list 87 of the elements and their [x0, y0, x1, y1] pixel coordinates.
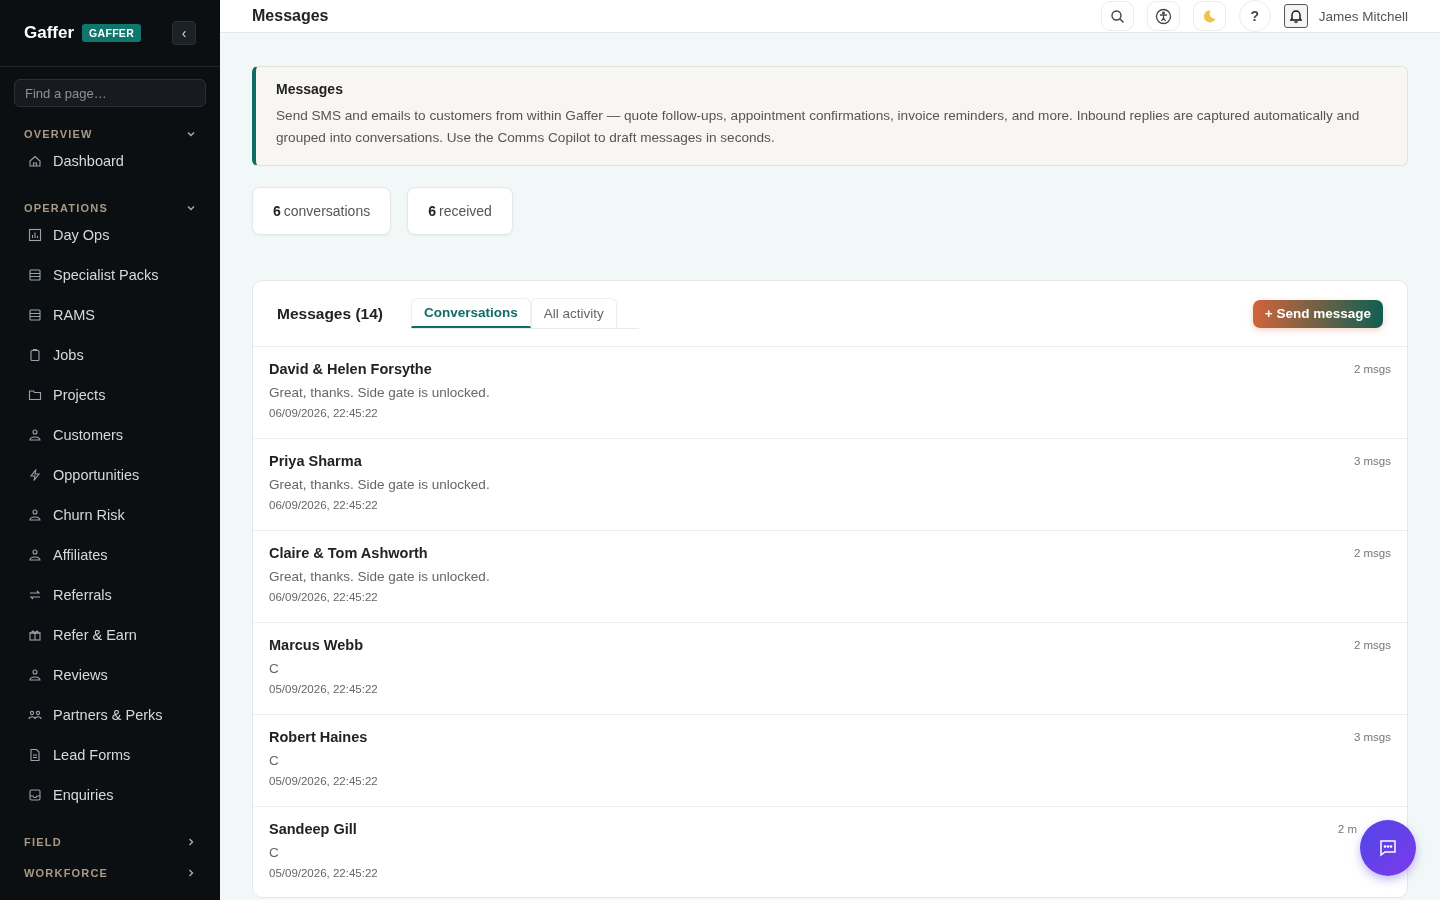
section-header[interactable]: OVERVIEW [0, 125, 220, 143]
nav-item[interactable]: Referrals [0, 575, 220, 615]
section-header[interactable]: OPERATIONS [0, 199, 220, 217]
chevron-icon [186, 837, 196, 847]
chevron-icon [186, 868, 196, 878]
chat-icon [1378, 838, 1398, 858]
search-button[interactable] [1100, 1, 1134, 31]
search-icon [1109, 8, 1125, 24]
notifications-button[interactable] [1283, 4, 1308, 28]
tab[interactable]: Conversations [411, 298, 531, 328]
lightning-icon [28, 468, 42, 482]
contact-name: Priya Sharma [269, 453, 363, 471]
home-icon [28, 154, 42, 168]
message-count: 2 msgs [1353, 363, 1391, 377]
nav-item[interactable]: Enquiries [0, 775, 220, 815]
nav-item[interactable]: Day Ops [0, 215, 220, 255]
contact-name: Robert Haines [269, 729, 369, 747]
banner-text: Send SMS and emails to customers from within Gaffer — quote follow-ups, appointment confirmations, invoice reminders, and more. Inbound replies are captured automatically and grouped into conversations. Use the Comms Copilot to draft messages in seconds. [276, 107, 1361, 147]
clipboard-icon [28, 348, 42, 362]
gift-icon [28, 628, 42, 642]
message-preview: C [269, 661, 280, 678]
person-icon [28, 548, 42, 562]
contact-name: David & Helen Forsythe [269, 361, 433, 379]
message-count: 2 m [1337, 823, 1357, 837]
folder-icon [28, 388, 42, 402]
message-preview: C [269, 753, 280, 770]
card-title: Messages (14) [277, 304, 384, 323]
brand-name: Gaffer [24, 23, 75, 43]
message-preview: C [269, 845, 280, 862]
list-icon [28, 268, 42, 282]
section-header[interactable]: FIELD [0, 833, 220, 851]
chart-icon [28, 228, 42, 242]
message-count: 2 msgs [1353, 547, 1391, 561]
collapse-button[interactable]: ‹ [172, 21, 196, 45]
page-title: Messages [252, 7, 329, 25]
section-header[interactable]: WORKFORCE [0, 864, 220, 882]
message-preview: Great, thanks. Side gate is unlocked. [269, 477, 490, 494]
contact-name: Sandeep Gill [269, 821, 358, 839]
inbox-icon [28, 788, 42, 802]
contact-name: Marcus Webb [269, 637, 364, 655]
chevron-icon [186, 129, 196, 139]
nav-item[interactable]: Lead Forms [0, 735, 220, 775]
accessibility-icon [1154, 7, 1172, 25]
message-count: 3 msgs [1353, 731, 1391, 745]
banner-title: Messages [276, 81, 344, 97]
nav-item[interactable]: Reviews [0, 655, 220, 695]
nav-item[interactable]: Churn Risk [0, 495, 220, 535]
moon-icon [1201, 8, 1217, 24]
nav-item[interactable]: Projects [0, 375, 220, 415]
person-icon [28, 508, 42, 522]
timestamp: 05/09/2026, 22:45:22 [269, 867, 378, 879]
nav-item[interactable]: RAMS [0, 295, 220, 335]
nav-item[interactable]: Opportunities [0, 455, 220, 495]
message-preview: Great, thanks. Side gate is unlocked. [269, 569, 490, 586]
timestamp: 05/09/2026, 22:45:22 [269, 775, 378, 787]
nav-item[interactable]: Specialist Packs [0, 255, 220, 295]
nav-item[interactable]: Affiliates [0, 535, 220, 575]
nav-item[interactable]: Jobs [0, 335, 220, 375]
brand-badge: GAFFER [82, 24, 142, 42]
send-message-button[interactable]: + Send message [1252, 299, 1383, 328]
message-count: 2 msgs [1353, 639, 1391, 653]
nav-item[interactable]: Customers [0, 415, 220, 455]
people-icon [28, 708, 42, 722]
timestamp: 06/09/2026, 22:45:22 [269, 407, 379, 419]
message-count: 3 msgs [1353, 455, 1391, 469]
contact-name: Claire & Tom Ashworth [269, 545, 429, 563]
help-button[interactable]: ? [1238, 0, 1271, 32]
arrows-icon [28, 588, 42, 602]
nav-item[interactable]: Refer & Earn [0, 615, 220, 655]
stat-card: 6 received [407, 187, 513, 235]
accessibility-button[interactable] [1146, 1, 1180, 31]
message-preview: Great, thanks. Side gate is unlocked. [269, 385, 490, 402]
document-icon [28, 748, 42, 762]
user-name[interactable]: James Mitchell [1318, 8, 1408, 24]
timestamp: 05/09/2026, 22:45:22 [269, 683, 378, 695]
nav-item[interactable]: Partners & Perks [0, 695, 220, 735]
stat-card: 6 conversations [252, 187, 392, 235]
person-icon [28, 428, 42, 442]
person-icon [28, 668, 42, 682]
timestamp: 06/09/2026, 22:45:22 [269, 591, 379, 603]
bell-icon [1288, 8, 1303, 24]
chevron-icon [186, 203, 196, 213]
tab[interactable]: All activity [530, 298, 617, 328]
search-field[interactable]: Find a page… [14, 79, 206, 107]
nav-item[interactable]: Dashboard [0, 141, 220, 181]
timestamp: 06/09/2026, 22:45:22 [269, 499, 379, 511]
list-icon [28, 308, 42, 322]
